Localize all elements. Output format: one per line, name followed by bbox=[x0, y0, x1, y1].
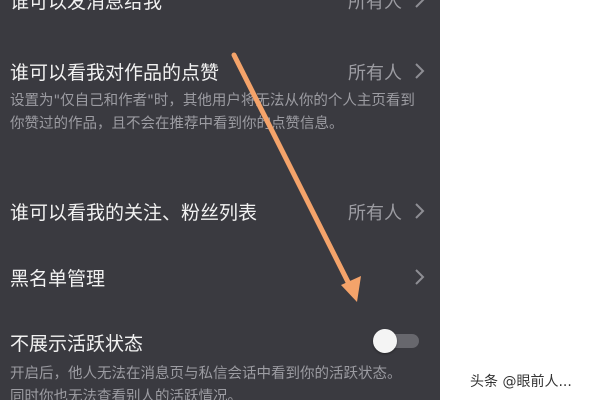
settings-row-likes[interactable]: 谁可以看我对作品的点赞 所有人 bbox=[10, 58, 428, 88]
likes-description: 设置为"仅自己和作者"时，其他用户将无法从你的个人主页看到你赞过的作品，且不会在… bbox=[10, 93, 415, 132]
toggle-knob bbox=[373, 329, 397, 353]
settings-row-follow-list[interactable]: 谁可以看我的关注、粉丝列表 所有人 bbox=[10, 198, 428, 228]
chevron-right-icon bbox=[412, 267, 428, 287]
chevron-right-icon bbox=[412, 0, 428, 10]
active-status-toggle[interactable] bbox=[373, 329, 419, 353]
row-value: 所有人 bbox=[348, 0, 402, 13]
row-value: 所有人 bbox=[348, 203, 402, 224]
chevron-right-icon bbox=[412, 201, 428, 221]
privacy-settings-screen: 谁可以发消息给我 所有人 谁可以看我对作品的点赞 所有人 设置为"仅自己和作者"… bbox=[0, 0, 440, 400]
row-title: 黑名单管理 bbox=[10, 268, 106, 290]
row-title: 不展示活跃状态 bbox=[10, 333, 144, 355]
settings-row-active-status: 不展示活跃状态 bbox=[10, 329, 428, 359]
row-title: 谁可以看我对作品的点赞 bbox=[10, 62, 220, 84]
settings-row-messages[interactable]: 谁可以发消息给我 所有人 bbox=[10, 0, 428, 17]
row-value: 所有人 bbox=[348, 63, 402, 84]
settings-row-blacklist[interactable]: 黑名单管理 bbox=[10, 264, 428, 294]
row-title: 谁可以发消息给我 bbox=[10, 0, 163, 13]
active-status-description: 开启后，他人无法在消息页与私信会话中看到你的活跃状态。同时你也无法查看别人的活跃… bbox=[10, 366, 402, 400]
watermark: 头条 @眼前人... bbox=[470, 374, 572, 390]
chevron-right-icon bbox=[412, 61, 428, 81]
row-title: 谁可以看我的关注、粉丝列表 bbox=[10, 202, 258, 224]
